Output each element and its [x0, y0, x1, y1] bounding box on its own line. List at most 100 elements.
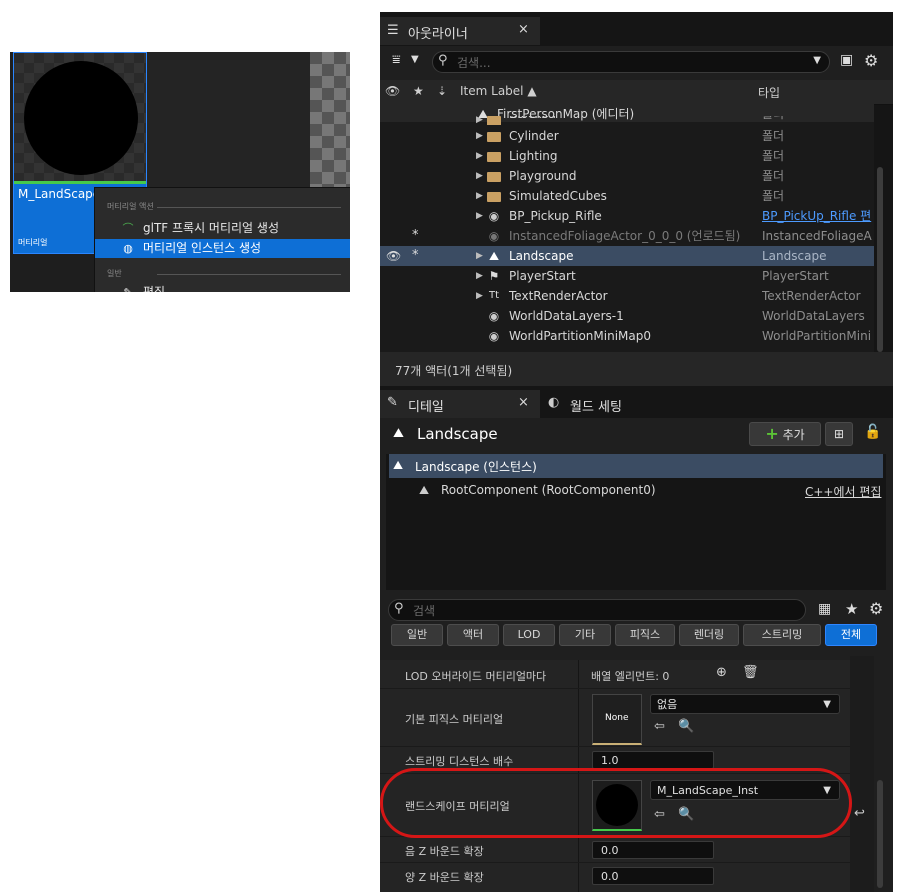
- details-scrollbar[interactable]: [877, 780, 883, 888]
- trash-icon[interactable]: 🗑: [742, 665, 759, 680]
- chevron-down-icon[interactable]: ▼: [813, 55, 821, 66]
- list-item[interactable]: ◉ WorldPartitionMiniMap0 WorldPartitionM…: [380, 326, 874, 346]
- list-item[interactable]: ▶ ⚑ PlayerStart PlayerStart: [380, 266, 874, 286]
- list-item[interactable]: ▶ Block04 폴더: [380, 116, 874, 125]
- chevron-down-icon[interactable]: ▼: [411, 54, 419, 65]
- outliner-list: ⛰ FirstPersonMap (에디터) ▶ Block04 폴더 ▶ Cy…: [380, 104, 874, 352]
- item-name: Block04: [509, 116, 557, 124]
- landscape-icon: ⛰: [393, 458, 404, 472]
- add-element-icon[interactable]: ⊕: [716, 665, 727, 680]
- item-name: SimulatedCubes: [509, 189, 607, 203]
- item-type: WorldPartitionMiniM: [762, 329, 872, 343]
- browse-icon[interactable]: 🔍: [678, 719, 694, 734]
- item-type: 폴더: [762, 169, 785, 183]
- favorite-star-icon[interactable]: *: [412, 226, 419, 246]
- outliner-status-bar: 77개 액터(1개 선택됨): [380, 352, 893, 386]
- details-search-input[interactable]: ⚲ 검색: [388, 599, 806, 621]
- player-start-icon: ⚑: [488, 269, 500, 283]
- negative-z-field[interactable]: 0.0: [592, 841, 714, 859]
- visibility-eye-icon[interactable]: 👁: [386, 246, 401, 266]
- item-type-link[interactable]: BP_PickUp_Rifle 편: [762, 206, 872, 226]
- prop-label: 기본 피직스 머티리얼: [405, 713, 504, 726]
- grid-view-icon[interactable]: ▦: [818, 601, 831, 617]
- outliner-search-input[interactable]: ⚲ 검색... ▼: [432, 51, 830, 73]
- blueprint-icon: ◉: [488, 209, 500, 223]
- list-item[interactable]: ▶ Lighting 폴더: [380, 146, 874, 166]
- tab-world-settings[interactable]: ◐ 월드 세팅: [548, 390, 658, 418]
- tab-outliner[interactable]: ☰ 아웃라이너 ×: [380, 17, 540, 45]
- use-selected-icon[interactable]: ⇦: [654, 719, 665, 734]
- item-type: WorldDataLayers: [762, 309, 865, 323]
- blueprint-convert-button[interactable]: ⊞: [825, 422, 853, 446]
- list-item[interactable]: ▶ Playground 폴더: [380, 166, 874, 186]
- close-icon[interactable]: ×: [518, 22, 529, 37]
- list-item[interactable]: ▶ Tt TextRenderActor TextRenderActor: [380, 286, 874, 306]
- menu-item-create-material-instance[interactable]: ◍ 머티리얼 인스턴스 생성: [95, 239, 350, 258]
- physical-material-dropdown[interactable]: 없음 ▼: [650, 694, 840, 714]
- reset-to-default-icon[interactable]: ↩: [854, 806, 865, 821]
- filter-rendering[interactable]: 렌더링: [679, 624, 739, 646]
- gear-icon[interactable]: ⚙: [864, 51, 878, 70]
- item-name: Landscape: [509, 249, 574, 263]
- column-divider: [578, 689, 579, 746]
- list-item-selected[interactable]: 👁 * ▶ ⛰ Landscape Landscape: [380, 246, 874, 266]
- pin-icon[interactable]: ⇣: [437, 84, 447, 98]
- list-item[interactable]: ▶ ◉ BP_Pickup_Rifle BP_PickUp_Rifle 편: [380, 206, 874, 226]
- positive-z-field[interactable]: 0.0: [592, 867, 714, 885]
- asset-tile-neighbor[interactable]: [147, 52, 310, 187]
- outliner-scrollbar[interactable]: [877, 167, 883, 352]
- expand-arrow-icon[interactable]: ▶: [476, 186, 483, 206]
- component-root-row[interactable]: ⛰ Landscape (인스턴스): [389, 454, 883, 478]
- filter-all[interactable]: 전체: [825, 624, 877, 646]
- close-icon[interactable]: ×: [518, 395, 529, 410]
- filter-streaming[interactable]: 스트리밍: [743, 624, 821, 646]
- filter-misc[interactable]: 기타: [559, 624, 611, 646]
- prop-physical-material: 기본 피직스 머티리얼 None 없음 ▼ ⇦ 🔍: [380, 689, 850, 747]
- expand-arrow-icon[interactable]: ▶: [476, 146, 483, 166]
- filter-physics[interactable]: 피직스: [615, 624, 675, 646]
- item-type: 폴더: [762, 149, 785, 163]
- column-item-label[interactable]: Item Label ▲: [460, 84, 537, 98]
- list-item[interactable]: ◉ WorldDataLayers-1 WorldDataLayers: [380, 306, 874, 326]
- prop-lod-override: LOD 오버라이드 머티리얼마다 배열 엘리먼트: 0 ⊕ 🗑: [380, 660, 850, 689]
- asset-thumbnail-none[interactable]: None: [592, 694, 642, 745]
- menu-item-edit[interactable]: ✎ 편집: [95, 283, 350, 292]
- filter-icon[interactable]: ⩸: [392, 52, 401, 68]
- add-folder-icon[interactable]: ▣: [840, 52, 853, 68]
- column-type[interactable]: 타입: [758, 84, 780, 101]
- expand-arrow-icon[interactable]: ▶: [476, 116, 483, 125]
- expand-arrow-icon[interactable]: ▶: [476, 126, 483, 146]
- expand-arrow-icon[interactable]: ▶: [476, 286, 483, 306]
- expand-arrow-icon[interactable]: ▶: [476, 206, 483, 226]
- star-icon[interactable]: ★: [845, 600, 858, 618]
- blueprint-icon: ⊞: [833, 427, 845, 441]
- visibility-eye-icon[interactable]: 👁: [385, 84, 400, 98]
- prop-label: LOD 오버라이드 머티리얼마다: [405, 670, 547, 683]
- lock-icon[interactable]: 🔓: [864, 424, 881, 440]
- favorite-star-icon[interactable]: *: [412, 246, 419, 266]
- list-item[interactable]: ▶ Cylinder 폴더: [380, 126, 874, 146]
- menu-divider: [157, 207, 341, 208]
- add-component-button[interactable]: + 추가: [749, 422, 821, 446]
- asset-thumbnail: [14, 53, 146, 181]
- gear-icon[interactable]: ⚙: [869, 599, 883, 618]
- expand-arrow-icon[interactable]: ▶: [476, 246, 483, 266]
- component-child-row[interactable]: ⛰ RootComponent (RootComponent0) C++에서 편…: [389, 480, 883, 502]
- filter-general[interactable]: 일반: [391, 624, 443, 646]
- asset-type-color-bar: [14, 181, 146, 184]
- edit-in-cpp-link[interactable]: C++에서 편집: [805, 483, 881, 500]
- tab-details[interactable]: ✎ 디테일 ×: [380, 390, 540, 418]
- folder-icon: [486, 146, 502, 166]
- reset-column: ↩: [850, 656, 874, 892]
- prop-positive-z-bounds: 양 Z 바운드 확장 0.0: [380, 863, 850, 892]
- filter-actor[interactable]: 액터: [447, 624, 499, 646]
- favorite-star-icon[interactable]: ★: [413, 84, 424, 98]
- menu-item-gltf-proxy[interactable]: ⌒ glTF 프록시 머티리얼 생성: [95, 219, 350, 238]
- streaming-distance-field[interactable]: 1.0: [592, 751, 714, 769]
- filter-lod[interactable]: LOD: [503, 624, 555, 646]
- list-item[interactable]: ▶ SimulatedCubes 폴더: [380, 186, 874, 206]
- list-item[interactable]: * ◉ InstancedFoliageActor_0_0_0 (언로드됨) I…: [380, 226, 874, 246]
- expand-arrow-icon[interactable]: ▶: [476, 166, 483, 186]
- expand-arrow-icon[interactable]: ▶: [476, 266, 483, 286]
- asset-tile-checker[interactable]: [310, 52, 350, 187]
